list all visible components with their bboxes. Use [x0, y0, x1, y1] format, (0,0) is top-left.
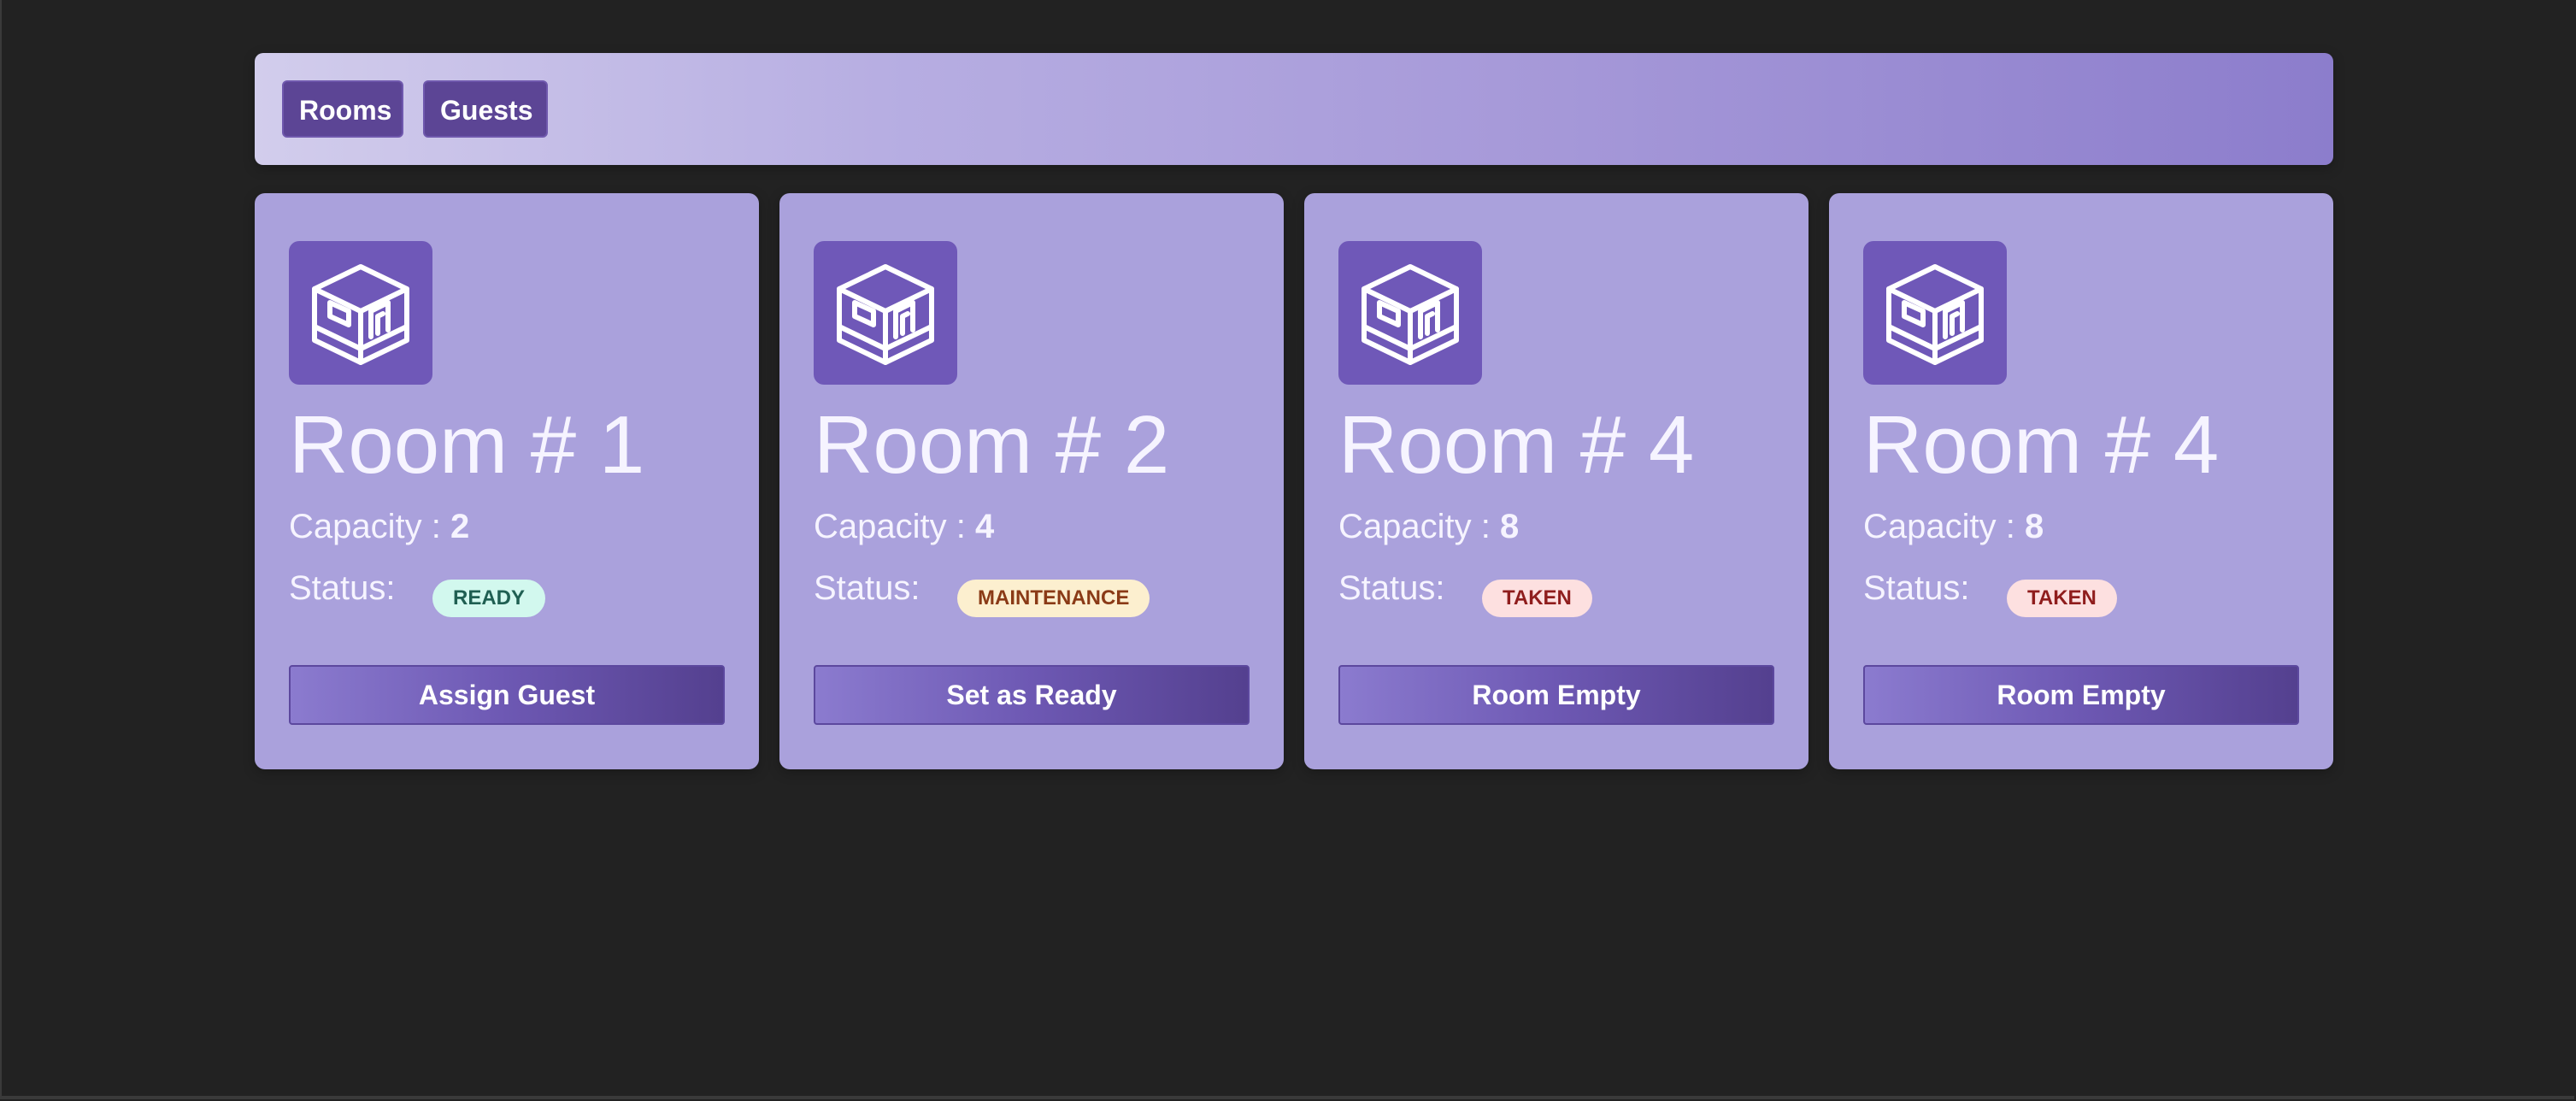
capacity-label: Capacity : — [1338, 508, 1500, 545]
status-label: Status: — [1338, 569, 1445, 607]
status-label: Status: — [289, 569, 396, 607]
room-cube-icon — [814, 241, 957, 385]
status-badge: TAKEN — [2007, 580, 2117, 617]
room-title: Room # 1 — [289, 399, 645, 491]
room-empty-button[interactable]: Room Empty — [1863, 665, 2299, 725]
room-capacity: Capacity : 2 — [289, 508, 469, 546]
room-cube-icon — [1863, 241, 2007, 385]
room-capacity: Capacity : 8 — [1863, 508, 2044, 546]
status-badge: MAINTENANCE — [957, 580, 1150, 617]
room-card: Room # 4 Capacity : 8 Status: TAKEN Room… — [1829, 193, 2333, 769]
nav-guests-button[interactable]: Guests — [423, 80, 548, 138]
capacity-label: Capacity : — [289, 508, 450, 545]
room-card: Room # 1 Capacity : 2 Status: READY Assi… — [255, 193, 759, 769]
capacity-label: Capacity : — [814, 508, 975, 545]
room-cube-icon — [1338, 241, 1482, 385]
room-capacity: Capacity : 8 — [1338, 508, 1519, 546]
room-card: Room # 2 Capacity : 4 Status: MAINTENANC… — [779, 193, 1284, 769]
status-label: Status: — [814, 569, 920, 607]
capacity-value: 8 — [1499, 508, 1520, 545]
capacity-value: 8 — [2024, 508, 2044, 545]
app-viewport: Rooms Guests Room # 1 Capacity : 2 Statu… — [0, 0, 2574, 1099]
status-badge: TAKEN — [1482, 580, 1592, 617]
room-capacity: Capacity : 4 — [814, 508, 994, 546]
set-as-ready-button[interactable]: Set as Ready — [814, 665, 1250, 725]
top-navigation-bar: Rooms Guests — [255, 53, 2333, 165]
assign-guest-button[interactable]: Assign Guest — [289, 665, 725, 725]
status-label: Status: — [1863, 569, 1970, 607]
room-card: Room # 4 Capacity : 8 Status: TAKEN Room… — [1304, 193, 1808, 769]
capacity-value: 2 — [450, 508, 470, 545]
capacity-label: Capacity : — [1863, 508, 2025, 545]
status-badge: READY — [432, 580, 546, 617]
room-title: Room # 2 — [814, 399, 1170, 491]
capacity-value: 4 — [974, 508, 995, 545]
room-empty-button[interactable]: Room Empty — [1338, 665, 1774, 725]
room-cube-icon — [289, 241, 432, 385]
room-title: Room # 4 — [1863, 399, 2220, 491]
room-title: Room # 4 — [1338, 399, 1695, 491]
nav-rooms-button[interactable]: Rooms — [282, 80, 403, 138]
